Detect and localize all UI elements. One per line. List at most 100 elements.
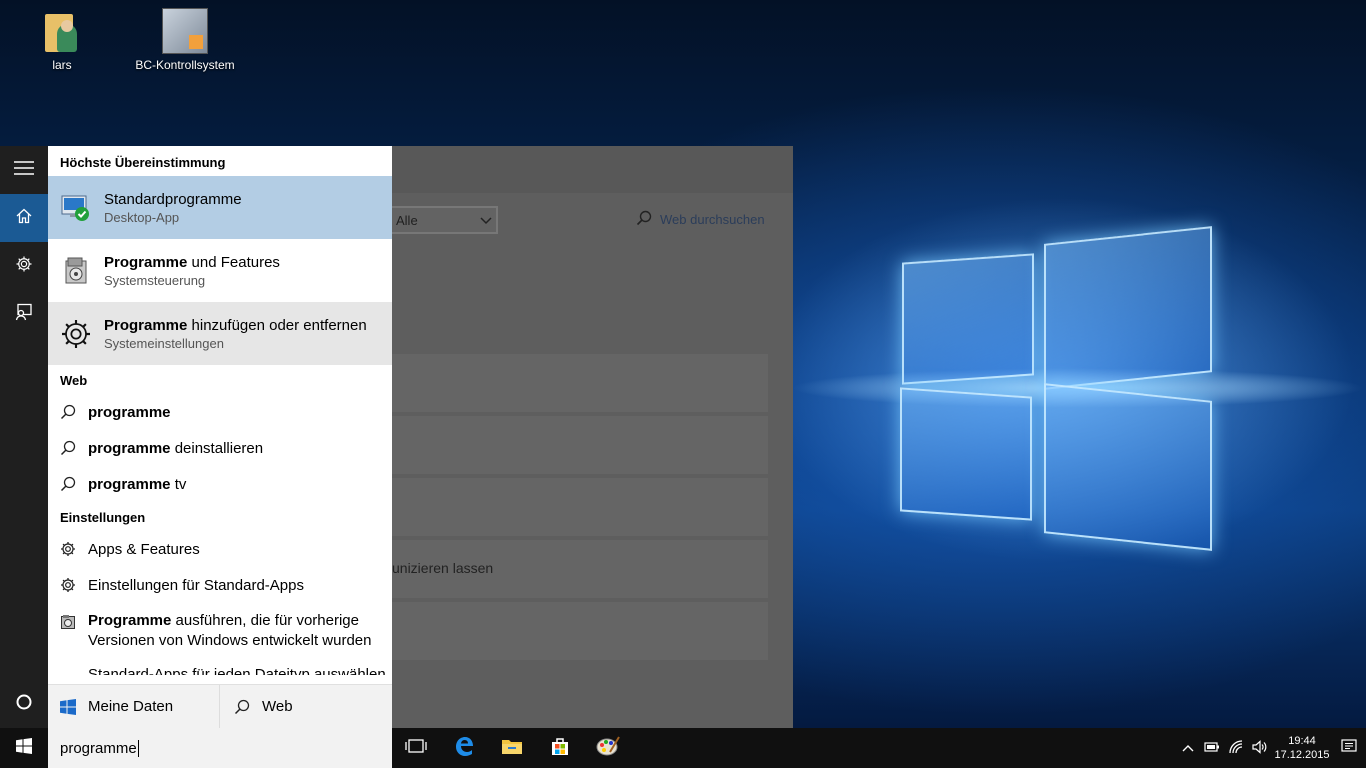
web-suggestion-rest: tv [170, 475, 187, 493]
search-icon [636, 210, 652, 229]
web-suggestion[interactable]: programme deinstallieren [48, 430, 392, 466]
best-match-header: Höchste Übereinstimmung [60, 155, 226, 170]
settings-window-background: Alle Web durchsuchen unizieren lassen [390, 146, 793, 728]
show-hidden-icons-button[interactable] [1176, 728, 1200, 768]
scope-web-button[interactable]: Web [220, 685, 293, 728]
setting-label-line2: Versionen von Windows entwickelt wurden [88, 632, 372, 649]
text-caret [137, 739, 139, 757]
setting-cut-off[interactable]: Standard-Apps für jeden Dateityp auswähl… [48, 661, 392, 675]
result-programme-und-features[interactable]: Programme und Features Systemsteuerung [48, 239, 392, 302]
home-button[interactable] [0, 194, 48, 242]
speaker-icon [1252, 739, 1268, 757]
edge-button[interactable] [440, 728, 488, 768]
taskbar-clock[interactable]: 19:44 17.12.2015 [1272, 734, 1332, 762]
folder-icon [501, 737, 523, 760]
web-suggestion-bold: programme [88, 439, 171, 457]
setting-label-bold: Programme [88, 612, 172, 629]
web-suggestion-bold: programme [88, 403, 171, 421]
scope-my-stuff-label: Meine Daten [88, 698, 174, 715]
default-programs-icon [60, 192, 92, 224]
web-header: Web [60, 373, 88, 388]
search-icon [60, 404, 76, 420]
search-icon [60, 440, 76, 456]
task-view-icon [405, 738, 427, 759]
desktop-icon-label: BC-Kontrollsystem [135, 58, 235, 72]
action-center-button[interactable] [1332, 728, 1366, 768]
cortana-circle-icon [15, 693, 33, 716]
system-tray: 19:44 17.12.2015 [1176, 728, 1366, 768]
settings-card [392, 478, 768, 536]
search-scope-bar: Meine Daten Web [48, 684, 392, 728]
web-suggestion-rest: deinstallieren [170, 439, 264, 457]
setting-label-rest: ausführen, die für vorherige [171, 612, 359, 629]
programs-features-icon [60, 255, 92, 287]
result-programme-hinzufuegen[interactable]: Programme hinzufügen oder entfernen Syst… [48, 302, 392, 365]
settings-rail-button[interactable] [0, 242, 48, 290]
result-title-rest: hinzufügen oder entfernen [187, 316, 367, 334]
web-suggestion[interactable]: programme tv [48, 466, 392, 502]
web-search-label: Web durchsuchen [660, 212, 765, 227]
setting-standard-apps[interactable]: Einstellungen für Standard-Apps [48, 567, 392, 603]
settings-titlebar [392, 146, 793, 193]
cortana-button[interactable] [0, 680, 48, 728]
hamburger-menu-button[interactable] [0, 146, 48, 194]
windows-logo-icon [60, 698, 76, 715]
gear-icon [60, 577, 76, 593]
gear-icon [60, 541, 76, 557]
windows-logo-icon [16, 737, 32, 759]
paint-app-button[interactable] [584, 728, 632, 768]
scope-web-label: Web [262, 698, 293, 715]
compat-icon [60, 614, 76, 630]
web-suggestion[interactable]: programme [48, 394, 392, 430]
store-button[interactable] [536, 728, 584, 768]
settings-header: Einstellungen [60, 510, 146, 525]
search-icon [60, 476, 76, 492]
result-title-rest: und Features [187, 253, 280, 271]
paint-palette-icon [596, 735, 620, 762]
windows-logo-pane [1044, 383, 1212, 551]
notification-icon [1341, 738, 1357, 759]
settings-card [392, 416, 768, 474]
taskbar: programme 19:44 17.12.2015 [0, 728, 1366, 768]
settings-card [392, 354, 768, 412]
battery-icon [1204, 741, 1220, 756]
scope-my-stuff-button[interactable]: Meine Daten [48, 685, 220, 728]
feedback-icon [15, 303, 33, 326]
result-title-bold: Programme [104, 316, 188, 334]
web-search-link[interactable]: Web durchsuchen [636, 210, 765, 229]
chevron-down-icon [480, 213, 492, 228]
desktop-icon-bc-kontrollsystem[interactable]: BC-Kontrollsystem [130, 8, 240, 72]
feedback-button[interactable] [0, 290, 48, 338]
chevron-up-icon [1182, 741, 1194, 755]
user-folder-icon [45, 10, 79, 54]
start-button[interactable] [0, 728, 48, 768]
result-standardprogramme[interactable]: Standardprogramme Desktop-App [48, 176, 392, 239]
battery-button[interactable] [1200, 728, 1224, 768]
search-results-panel: Höchste Übereinstimmung Standardprogramm… [48, 146, 392, 684]
windows-logo-pane [900, 387, 1032, 521]
volume-button[interactable] [1248, 728, 1272, 768]
settings-card-text: unizieren lassen [392, 560, 494, 576]
setting-compat-programs[interactable]: Programme ausführen, die für vorherige V… [48, 603, 392, 661]
edge-icon [453, 735, 475, 762]
filter-dropdown[interactable]: Alle [390, 206, 498, 234]
windows-logo-pane [1044, 226, 1212, 390]
clock-date: 17.12.2015 [1274, 749, 1330, 761]
start-left-rail [0, 146, 48, 728]
task-view-button[interactable] [392, 728, 440, 768]
result-subtitle: Systemsteuerung [104, 272, 206, 288]
app-shortcut-icon [162, 8, 208, 54]
result-subtitle: Desktop-App [104, 209, 180, 225]
gear-icon [15, 255, 33, 278]
file-explorer-button[interactable] [488, 728, 536, 768]
network-button[interactable] [1224, 728, 1248, 768]
result-title: Standardprogramme [104, 190, 242, 208]
home-icon [16, 208, 32, 229]
desktop-icon-lars[interactable]: lars [7, 10, 117, 72]
wifi-icon [1228, 739, 1244, 757]
windows-logo-pane [902, 253, 1034, 385]
web-suggestion-bold: programme [88, 475, 171, 493]
search-input-value: programme [60, 739, 137, 757]
taskbar-search-input[interactable]: programme [48, 728, 392, 768]
setting-apps-features[interactable]: Apps & Features [48, 531, 392, 567]
